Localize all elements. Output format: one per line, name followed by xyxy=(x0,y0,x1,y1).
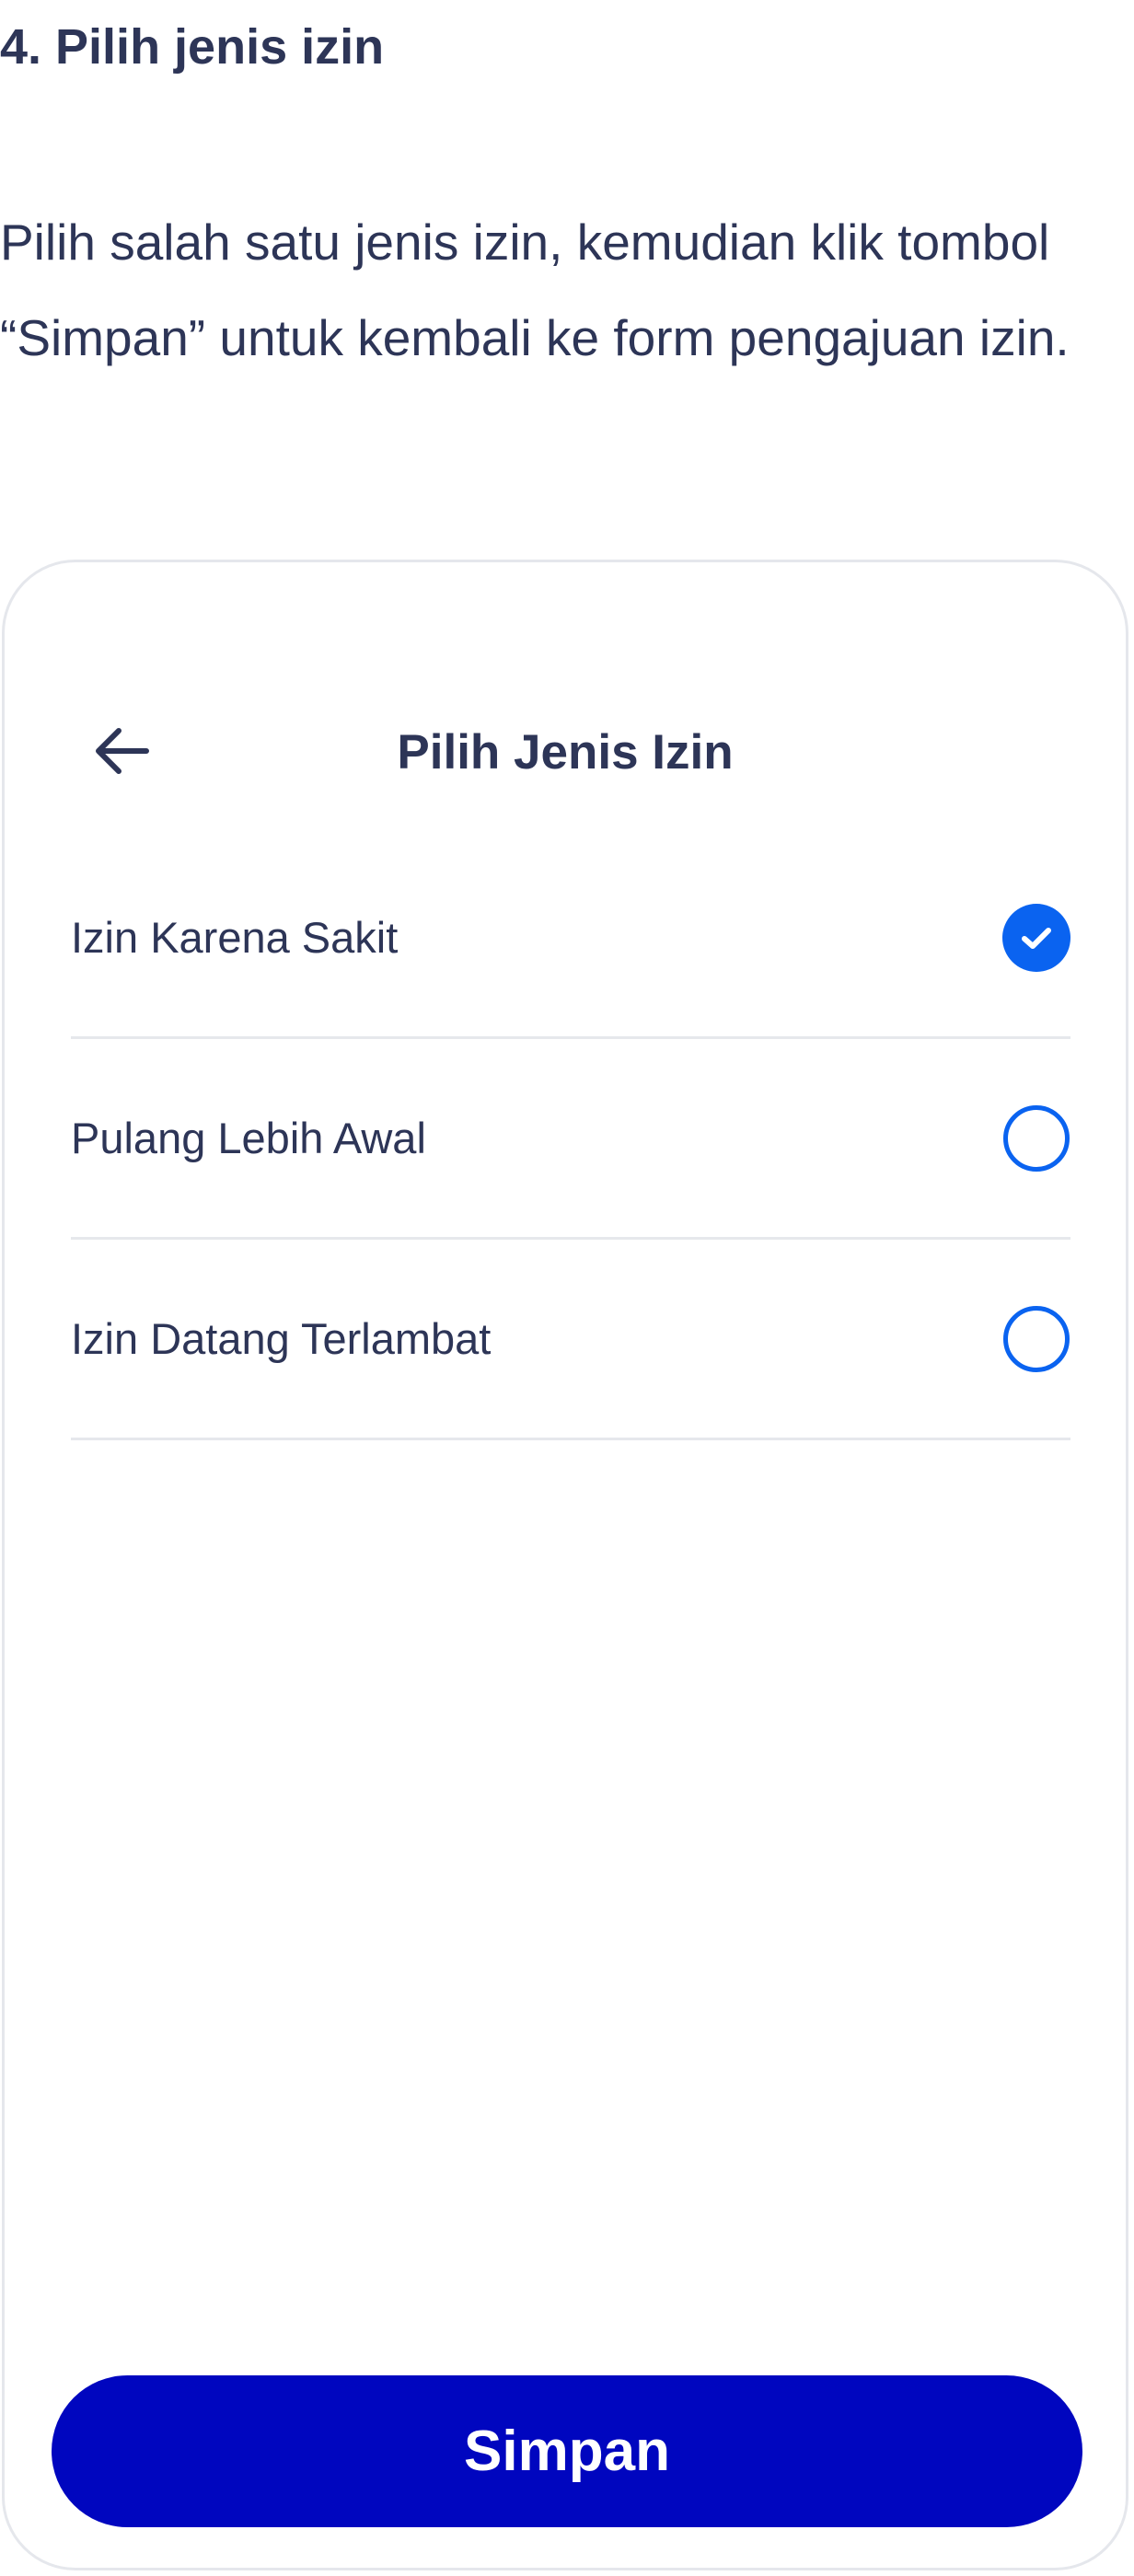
option-izin-karena-sakit[interactable]: Izin Karena Sakit xyxy=(71,838,1070,1039)
radio-checked-icon[interactable] xyxy=(1002,903,1070,972)
step-description: Pilih salah satu jenis izin, kemudian kl… xyxy=(0,214,1070,366)
step-title: 4. Pilih jenis izin xyxy=(0,19,385,75)
save-button[interactable]: Simpan xyxy=(52,2375,1082,2527)
option-list: Izin Karena Sakit Pulang Lebih Awal Izin… xyxy=(71,838,1070,1440)
option-pulang-lebih-awal[interactable]: Pulang Lebih Awal xyxy=(71,1039,1070,1240)
phone-screen: Pilih Jenis Izin Izin Karena Sakit Pulan… xyxy=(2,560,1128,2570)
option-label: Izin Karena Sakit xyxy=(71,912,399,962)
option-label: Izin Datang Terlambat xyxy=(71,1313,492,1363)
screen-title: Pilih Jenis Izin xyxy=(397,725,734,780)
option-izin-datang-terlambat[interactable]: Izin Datang Terlambat xyxy=(71,1240,1070,1440)
option-label: Pulang Lebih Awal xyxy=(71,1113,426,1162)
radio-unchecked-icon[interactable] xyxy=(1002,1104,1070,1172)
radio-unchecked-icon[interactable] xyxy=(1002,1305,1070,1373)
